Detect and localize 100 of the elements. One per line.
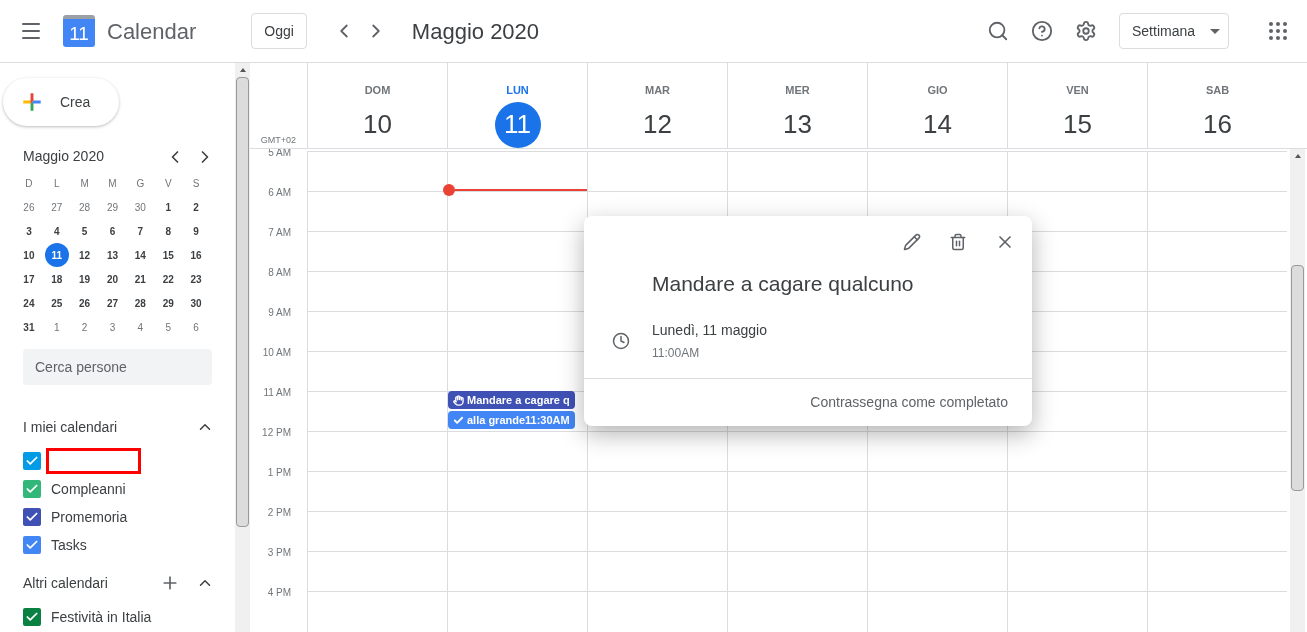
weekday-label: L: [53, 176, 61, 191]
mini-calendar-day[interactable]: 30: [184, 291, 209, 315]
mini-calendar-day[interactable]: 20: [100, 267, 125, 291]
mini-calendar-day[interactable]: 15: [156, 243, 181, 267]
mini-calendar-day[interactable]: 23: [184, 267, 209, 291]
event-time: 11:00AM: [652, 344, 701, 362]
mini-calendar-day[interactable]: 2: [184, 195, 209, 219]
mini-calendar-day[interactable]: 6: [184, 315, 209, 339]
timezone-label: GMT+02: [260, 133, 297, 147]
mini-calendar-day[interactable]: 3: [100, 315, 125, 339]
mini-calendar-day[interactable]: 4: [44, 219, 69, 243]
mini-calendar-day[interactable]: 17: [16, 267, 41, 291]
weekday-label: M: [79, 176, 90, 191]
calendar-checkbox[interactable]: [23, 536, 41, 554]
settings-icon[interactable]: [1075, 20, 1097, 42]
hour-label: 3 PM: [267, 546, 291, 557]
view-dropdown[interactable]: Settimana: [1119, 13, 1229, 49]
event-chip[interactable]: alla grande11:30AM: [448, 411, 575, 429]
mini-calendar-day[interactable]: 5: [156, 315, 181, 339]
mini-calendar-day[interactable]: 11: [44, 243, 69, 267]
weekday-label: D: [24, 176, 34, 191]
check-icon: [25, 510, 39, 524]
help-icon[interactable]: [1031, 20, 1053, 42]
day-number[interactable]: 10: [354, 101, 401, 148]
calendar-checkbox[interactable]: [23, 452, 41, 470]
mini-calendar-day[interactable]: 30: [128, 195, 153, 219]
mini-calendar-day[interactable]: 4: [128, 315, 153, 339]
mini-calendar-day[interactable]: 6: [100, 219, 125, 243]
day-number[interactable]: 11: [494, 101, 541, 148]
calendar-checkbox[interactable]: [23, 608, 41, 626]
weekday-name: GIO: [927, 83, 948, 98]
mini-calendar-day[interactable]: 19: [72, 267, 97, 291]
mini-calendar-day[interactable]: 7: [128, 219, 153, 243]
mini-calendar-day[interactable]: 31: [16, 315, 41, 339]
search-icon[interactable]: [987, 20, 1009, 42]
event-title: Mandare a cagare qualcuno: [652, 271, 915, 297]
day-number[interactable]: 14: [914, 101, 961, 148]
event-date: Lunedì, 11 maggio: [652, 320, 767, 340]
hour-label: 5 AM: [268, 149, 291, 157]
day-number[interactable]: 15: [1054, 101, 1101, 148]
weekday-name: MAR: [644, 83, 671, 98]
weekday-label: G: [135, 176, 146, 191]
calendar-name: Festività in Italia: [51, 607, 152, 627]
create-button[interactable]: Crea: [3, 78, 119, 126]
hour-label: 1 PM: [267, 466, 291, 477]
mini-calendar-day[interactable]: 8: [156, 219, 181, 243]
mini-calendar-day[interactable]: 13: [100, 243, 125, 267]
scroll-up-arrow-icon[interactable]: [1294, 154, 1301, 158]
mini-calendar-day[interactable]: 29: [100, 195, 125, 219]
hour-label: 10 AM: [262, 346, 291, 357]
search-people-field[interactable]: Cerca persone: [23, 349, 212, 385]
mini-calendar-day[interactable]: 1: [44, 315, 69, 339]
mini-calendar-day[interactable]: 12: [72, 243, 97, 267]
check-icon: [25, 610, 39, 624]
mini-calendar-day[interactable]: 14: [128, 243, 153, 267]
apps-grid-icon[interactable]: [1269, 22, 1287, 40]
mini-calendar-day[interactable]: 27: [44, 195, 69, 219]
mini-calendar-day[interactable]: 1: [156, 195, 181, 219]
mini-calendar-day[interactable]: 21: [128, 267, 153, 291]
check-icon: [25, 538, 39, 552]
hand-icon: [453, 394, 464, 406]
calendar-checkbox[interactable]: [23, 508, 41, 526]
today-button[interactable]: Oggi: [251, 13, 307, 49]
mini-calendar-day[interactable]: 2: [72, 315, 97, 339]
mini-calendar-day[interactable]: 10: [16, 243, 41, 267]
calendar-checkbox[interactable]: [23, 480, 41, 498]
mini-calendar-day[interactable]: 26: [16, 195, 41, 219]
mini-calendar-day[interactable]: 28: [72, 195, 97, 219]
mini-calendar-day[interactable]: 16: [184, 243, 209, 267]
mini-calendar-day[interactable]: 9: [184, 219, 209, 243]
scroll-up-arrow-icon[interactable]: [239, 68, 246, 72]
mark-complete-button[interactable]: Contrassegna come completato: [810, 392, 1008, 413]
calendar-name: Compleanni: [51, 479, 126, 499]
mini-calendar-day[interactable]: 18: [44, 267, 69, 291]
clock-icon: [612, 331, 630, 350]
scrollbar[interactable]: [1290, 149, 1305, 632]
mini-calendar-day[interactable]: 29: [156, 291, 181, 315]
mini-calendar-day[interactable]: 22: [156, 267, 181, 291]
day-number[interactable]: 12: [634, 101, 681, 148]
mini-calendar-day[interactable]: 25: [44, 291, 69, 315]
weekday-label: S: [191, 176, 201, 191]
mini-calendar-day[interactable]: 5: [72, 219, 97, 243]
mini-calendar-day[interactable]: 28: [128, 291, 153, 315]
mini-calendar-day[interactable]: 26: [72, 291, 97, 315]
event-chip[interactable]: Mandare a cagare q: [448, 391, 575, 409]
delete-icon[interactable]: [949, 233, 967, 251]
day-number[interactable]: 13: [774, 101, 821, 148]
hour-label: 4 PM: [267, 586, 291, 597]
edit-icon[interactable]: [903, 233, 921, 251]
hour-label: 9 AM: [268, 306, 291, 317]
weekday-label: V: [163, 176, 173, 191]
hour-label: 2 PM: [267, 506, 291, 517]
mini-calendar-day[interactable]: 24: [16, 291, 41, 315]
mini-calendar-day[interactable]: 27: [100, 291, 125, 315]
hour-label: 7 AM: [268, 226, 291, 237]
mini-calendar-day[interactable]: 3: [16, 219, 41, 243]
scrollbar[interactable]: [235, 63, 250, 632]
day-number[interactable]: 16: [1194, 101, 1241, 148]
weekday-name: LUN: [506, 83, 529, 98]
hour-label: 12 PM: [262, 426, 291, 437]
